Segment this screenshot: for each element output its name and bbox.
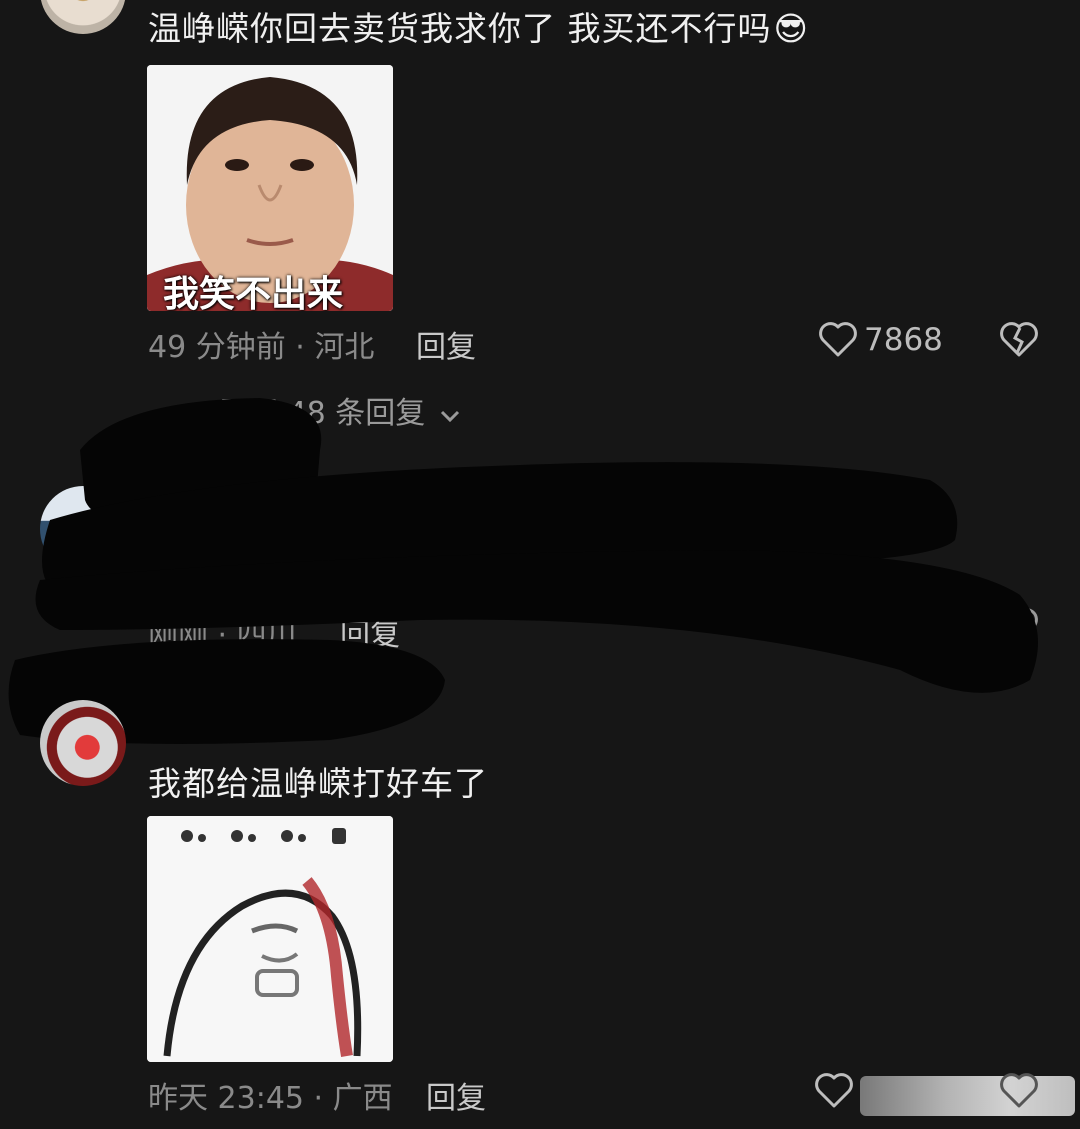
broken-heart-icon[interactable] [999, 320, 1039, 358]
comment-text: 我都给温峥嵘打好车了 [148, 764, 488, 803]
sticker-image[interactable] [147, 816, 393, 1062]
avatar[interactable] [40, 700, 126, 786]
meme-drawing [147, 816, 393, 1062]
avatar[interactable] [40, 0, 126, 34]
like-count: 7868 [864, 322, 943, 358]
sticker-image[interactable]: 我笑不出来 [147, 65, 393, 311]
comment-meta: 49 分钟前 · 河北 [148, 330, 375, 365]
heart-outline-icon[interactable] [818, 320, 858, 358]
comment-text: 温峥嵘你回去卖货我求你了 我买还不行吗😎 [148, 9, 809, 48]
reply-button[interactable]: 回复 [426, 1073, 486, 1117]
reply-button[interactable]: 回复 [416, 322, 476, 366]
broken-heart-icon[interactable] [999, 1071, 1039, 1109]
redaction-scribble [8, 398, 1038, 744]
sticker-caption: 我笑不出来 [163, 274, 344, 311]
watermark-overlay [860, 1076, 1075, 1116]
heart-outline-icon[interactable] [814, 1071, 854, 1109]
cool-face-emoji: 😎 [773, 9, 809, 48]
comment-meta: 昨天 23:45 · 广西 [148, 1081, 393, 1116]
